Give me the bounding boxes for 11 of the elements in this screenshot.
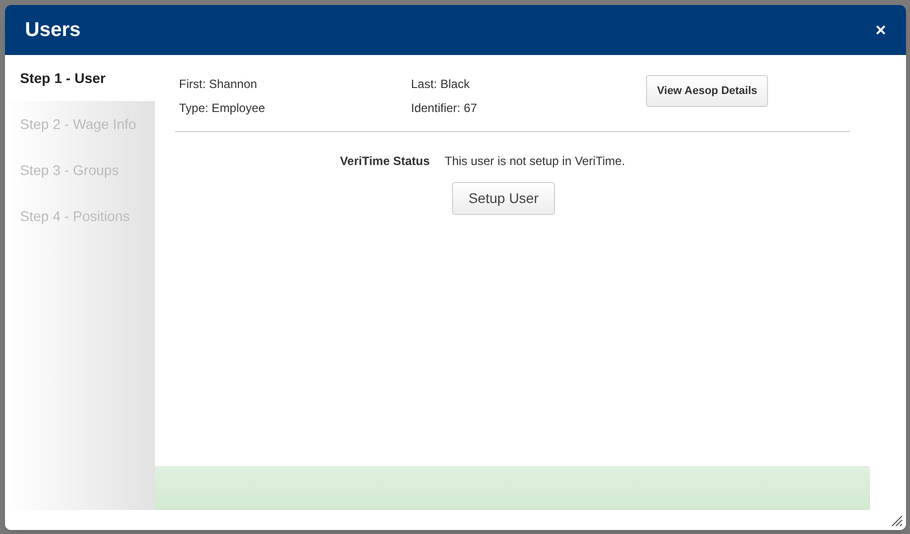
setup-user-button[interactable]: Setup User [452,182,555,215]
close-button[interactable]: × [875,21,886,39]
user-type-text: Type: Employee [179,100,266,117]
view-aesop-details-button[interactable]: View Aesop Details [646,75,768,107]
status-label: VeriTime Status [340,153,430,170]
first-name-text: First: Shannon [179,76,258,93]
window-title: Users [25,18,81,43]
resize-grip-icon [891,515,903,527]
identifier-text: Identifier: 67 [411,100,478,117]
status-text: This user is not setup in VeriTime. [444,153,626,170]
last-name-text: Last: Black [411,76,471,93]
